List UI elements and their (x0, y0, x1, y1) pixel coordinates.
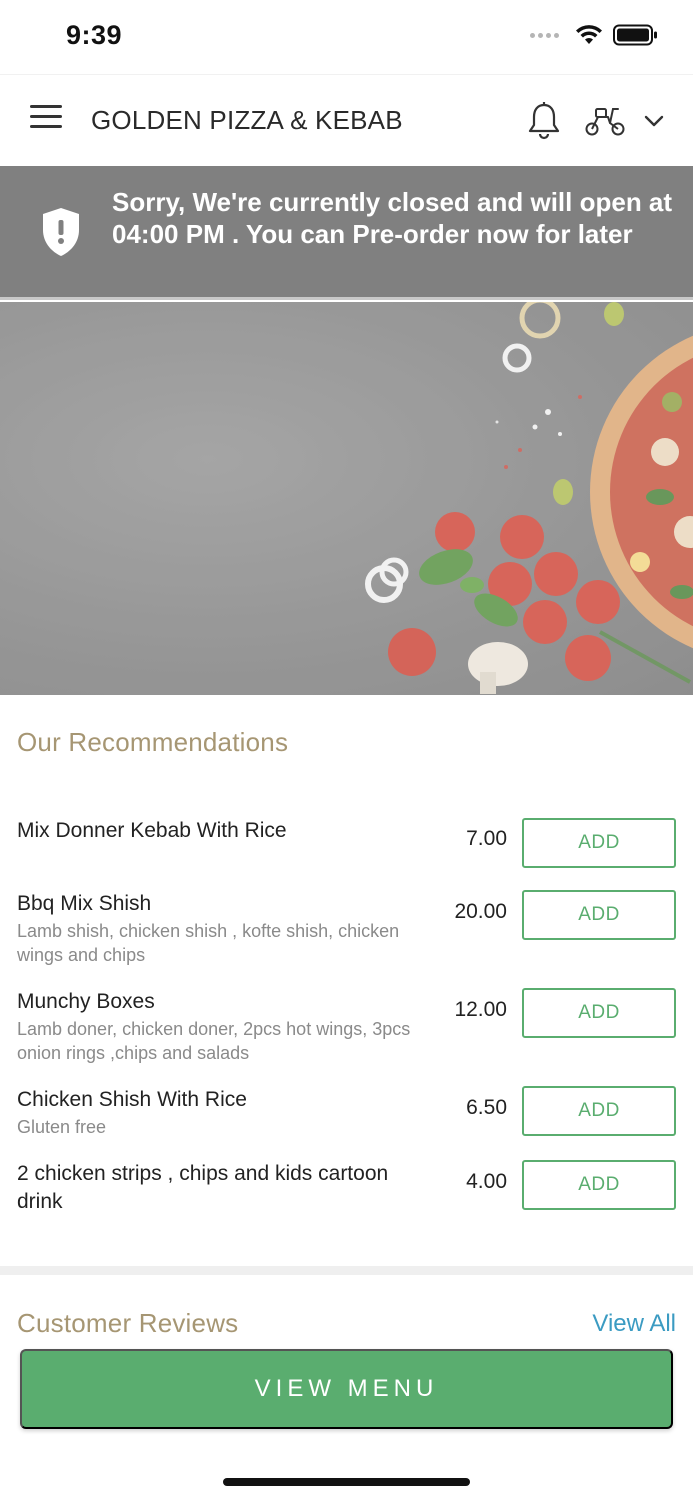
view-menu-button[interactable]: VIEW MENU (20, 1349, 673, 1429)
bell-icon[interactable] (526, 101, 562, 141)
menu-item-row: Mix Donner Kebab With Rice 7.00 ADD (0, 815, 693, 875)
item-name: 2 chicken strips , chips and kids cartoo… (17, 1162, 389, 1213)
status-time: 9:39 (66, 20, 123, 50)
add-button[interactable]: ADD (522, 890, 676, 940)
battery-icon (613, 24, 657, 46)
chevron-down-icon[interactable] (642, 109, 666, 133)
scooter-icon[interactable] (584, 103, 626, 139)
menu-item-row: Munchy Boxes Lamb doner, chicken doner, … (0, 986, 693, 1068)
view-all-link[interactable]: View All (592, 1310, 676, 1338)
item-name: Mix Donner Kebab With Rice (17, 819, 287, 842)
item-price: 20.00 (454, 900, 507, 923)
reviews-title: Customer Reviews (17, 1308, 239, 1338)
item-description: Lamb doner, chicken doner, 2pcs hot wing… (17, 1019, 411, 1063)
item-price: 6.50 (466, 1096, 507, 1119)
closed-message: Sorry, We're currently closed and will o… (112, 187, 673, 249)
section-divider (0, 1266, 693, 1275)
item-description: Gluten free (17, 1117, 107, 1137)
recommendations-title: Our Recommendations (17, 727, 289, 757)
hero-overlay (0, 302, 693, 695)
item-price: 7.00 (466, 827, 507, 850)
item-name: Munchy Boxes (17, 990, 155, 1013)
wifi-icon (576, 25, 602, 44)
app-header: GOLDEN PIZZA & KEBAB (0, 74, 693, 166)
item-price: 12.00 (454, 998, 507, 1021)
menu-item-row: Chicken Shish With Rice Gluten free 6.50… (0, 1084, 693, 1144)
add-button[interactable]: ADD (522, 818, 676, 868)
item-description: Lamb shish, chicken shish , kofte shish,… (17, 921, 400, 965)
add-button[interactable]: ADD (522, 988, 676, 1038)
item-price: 4.00 (466, 1170, 507, 1193)
add-button[interactable]: ADD (522, 1086, 676, 1136)
item-name: Bbq Mix Shish (17, 892, 152, 915)
status-bar: 9:39 (0, 0, 693, 70)
shield-alert-icon (43, 208, 79, 256)
menu-icon[interactable] (30, 105, 62, 133)
home-indicator[interactable] (223, 1478, 470, 1486)
menu-item-row: Bbq Mix Shish Lamb shish, chicken shish … (0, 888, 693, 970)
cellular-signal-icon (530, 32, 559, 38)
status-icons (530, 24, 659, 46)
store-name: GOLDEN PIZZA & KEBAB (91, 105, 403, 135)
hero-image (0, 302, 693, 695)
add-button[interactable]: ADD (522, 1160, 676, 1210)
item-name: Chicken Shish With Rice (17, 1088, 247, 1111)
menu-item-row: 2 chicken strips , chips and kids cartoo… (0, 1158, 693, 1222)
